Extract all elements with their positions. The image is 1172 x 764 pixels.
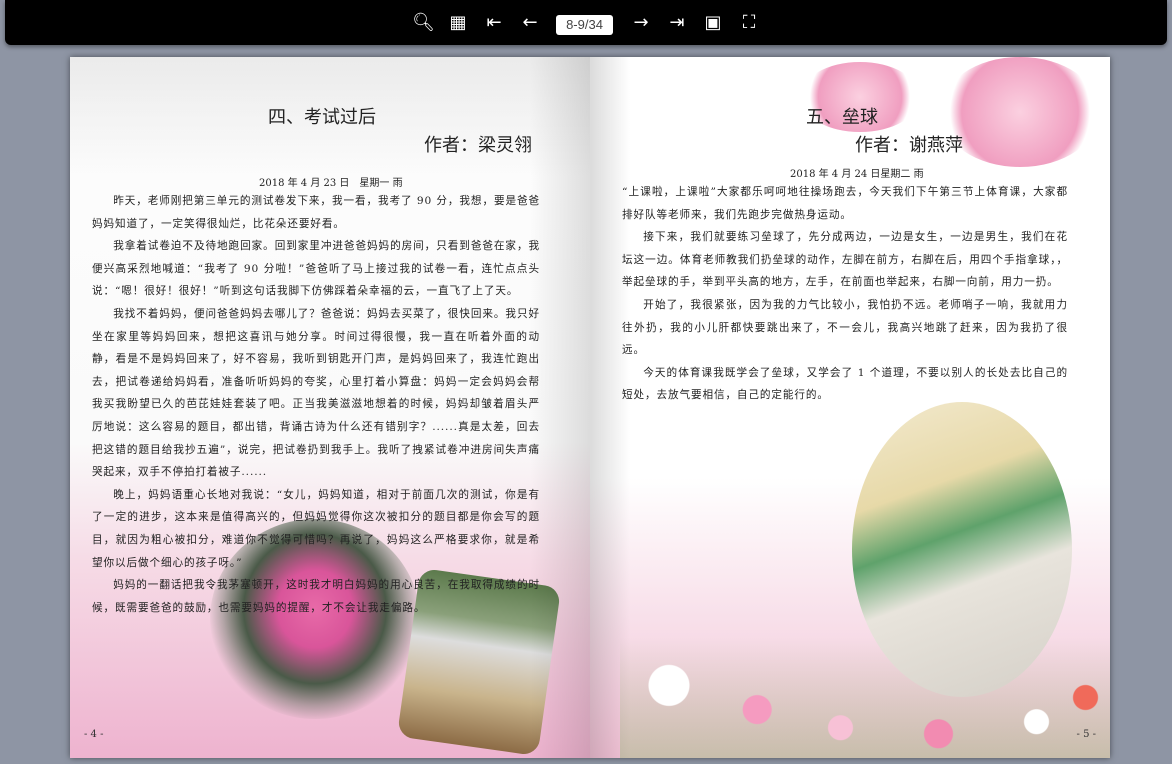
arrow-right-icon[interactable]: →	[630, 12, 652, 34]
page-number: - 5 -	[1076, 729, 1096, 740]
paragraph: 今天的体育课我既学会了垒球，又学会了 1 个道理，不要以别人的长处去比自己的短处…	[622, 366, 1068, 402]
student-photo	[852, 402, 1072, 697]
play-icon[interactable]: ▣	[702, 12, 724, 34]
article-body: 昨天，老师刚把第三单元的测试卷发下来，我一看，我考了 90 分，我想，要是爸爸妈…	[92, 190, 540, 619]
author: 作者：梁灵翎	[424, 135, 532, 156]
page-title: 四、考试过后	[268, 107, 376, 128]
first-page-icon[interactable]: ⇤	[483, 12, 505, 34]
paragraph: 昨天，老师刚把第三单元的测试卷发下来，我一看，我考了 90 分，我想，要是爸爸妈…	[92, 195, 540, 230]
page-indicator[interactable]: 8-9/34	[556, 15, 613, 35]
viewer-toolbar: 🔍︎ ▦ ⇤ ← 8-9/34 → ⇥ ▣ ⛶	[5, 0, 1167, 45]
article-body: “上课啦，上课啦”大家都乐呵呵地往操场跑去，今天我们下午第三节上体育课，大家都排…	[622, 181, 1068, 407]
paragraph: 我拿着试卷迫不及待地跑回家。回到家里冲进爸爸妈妈的房间，只看到爸爸在家，我便兴高…	[92, 240, 540, 298]
author: 作者：谢燕萍	[855, 135, 963, 156]
grid-icon[interactable]: ▦	[447, 12, 469, 34]
paragraph: 接下来，我们就要练习垒球了，先分成两边，一边是女生，一边是男生，我们在花坛这一边…	[622, 231, 1068, 289]
paragraph: 妈妈的一翻话把我令我茅塞顿开，这时我才明白妈妈的用心良苦，在我取得成绩的时候，既…	[92, 579, 540, 614]
flipbook: 四、考试过后 作者：梁灵翎 2018 年 4 月 23 日 星期一 雨 昨天，老…	[70, 57, 1110, 758]
right-page[interactable]: 五、垒球 作者：谢燕萍 2018 年 4 月 24 日星期二 雨 “上课啦，上课…	[590, 57, 1110, 758]
date-line: 2018 年 4 月 24 日星期二 雨	[790, 169, 924, 180]
last-page-icon[interactable]: ⇥	[666, 12, 688, 34]
paragraph: 晚上，妈妈语重心长地对我说：“女儿，妈妈知道，相对于前面几次的测试，你是有了一定…	[92, 488, 540, 569]
page-number: - 4 -	[84, 729, 104, 740]
arrow-left-icon[interactable]: ←	[519, 12, 541, 34]
paragraph: “上课啦，上课啦”大家都乐呵呵地往操场跑去，今天我们下午第三节上体育课，大家都排…	[622, 186, 1068, 221]
paragraph: 我找不着妈妈，便问爸爸妈妈去哪儿了？爸爸说：妈妈去买菜了，很快回来。我只好坐在家…	[92, 307, 540, 479]
paragraph: 开始了，我很紧张，因为我的力气比较小，我怕扔不远。老师哨子一响，我就用力往外扔，…	[622, 298, 1068, 357]
blossom-decoration	[940, 57, 1100, 167]
page-title: 五、垒球	[806, 107, 878, 128]
fullscreen-icon[interactable]: ⛶	[738, 12, 760, 34]
left-page[interactable]: 四、考试过后 作者：梁灵翎 2018 年 4 月 23 日 星期一 雨 昨天，老…	[70, 57, 590, 758]
zoom-in-icon[interactable]: 🔍︎	[412, 12, 435, 34]
date-line: 2018 年 4 月 23 日 星期一 雨	[259, 178, 403, 189]
